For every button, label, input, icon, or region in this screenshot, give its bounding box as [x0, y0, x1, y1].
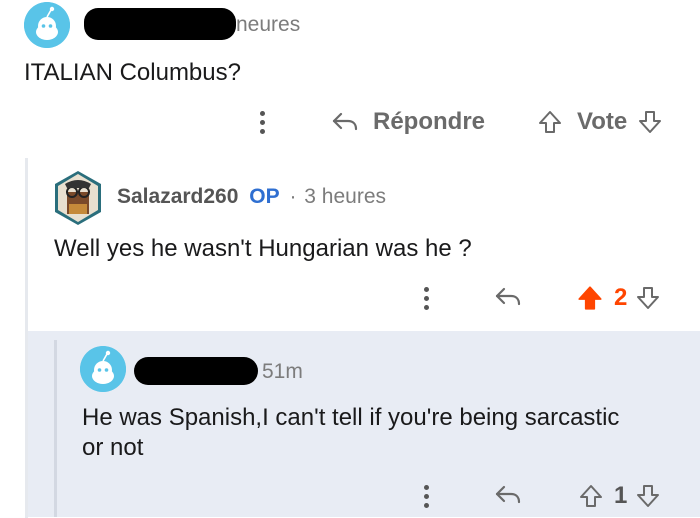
upvote-icon[interactable] — [537, 109, 563, 135]
comment-body-line2: or not — [82, 434, 144, 461]
redacted-username — [84, 8, 236, 40]
reply-arrow-icon — [495, 287, 521, 306]
vote-control[interactable]: Vote — [537, 108, 663, 136]
more-options-icon[interactable] — [424, 485, 430, 512]
vote-count: 2 — [614, 284, 628, 311]
vote-label: Vote — [577, 108, 628, 135]
vote-control[interactable]: 1 — [578, 482, 661, 510]
vote-control[interactable]: 2 — [576, 284, 661, 312]
vote-count: 1 — [614, 482, 628, 509]
more-options-icon[interactable] — [424, 287, 430, 314]
redacted-username — [134, 357, 258, 385]
comment-body: ITALIAN Columbus? — [24, 59, 241, 86]
reply-button[interactable] — [494, 483, 522, 507]
username[interactable]: Salazard260 — [117, 185, 238, 208]
comment-timestamp: 51m — [262, 360, 303, 383]
comment-body-line1: He was Spanish,I can't tell if you're be… — [82, 404, 620, 431]
downvote-icon[interactable] — [637, 109, 663, 135]
avatar[interactable] — [24, 2, 70, 48]
thread-line[interactable] — [54, 340, 57, 517]
reply-label: Répondre — [373, 108, 486, 135]
separator: · — [289, 185, 297, 208]
downvote-icon[interactable] — [635, 285, 661, 311]
downvote-icon[interactable] — [635, 483, 661, 509]
upvote-active-icon[interactable] — [576, 284, 604, 312]
comment-timestamp: neures — [236, 13, 301, 36]
reply-arrow-icon — [332, 112, 358, 131]
op-badge: OP — [249, 185, 280, 208]
more-options-icon[interactable] — [260, 111, 266, 138]
reply-button[interactable]: Répondre — [331, 108, 485, 136]
reply-arrow-icon — [495, 485, 521, 504]
reply-button[interactable] — [494, 285, 522, 309]
avatar[interactable] — [80, 346, 126, 392]
op-avatar[interactable] — [53, 170, 103, 226]
comment-body: Well yes he wasn't Hungarian was he ? — [54, 235, 472, 262]
upvote-icon[interactable] — [578, 483, 604, 509]
comment-header: Salazard260 OP · 3 heures — [117, 185, 386, 209]
comment-timestamp: 3 heures — [304, 185, 387, 208]
